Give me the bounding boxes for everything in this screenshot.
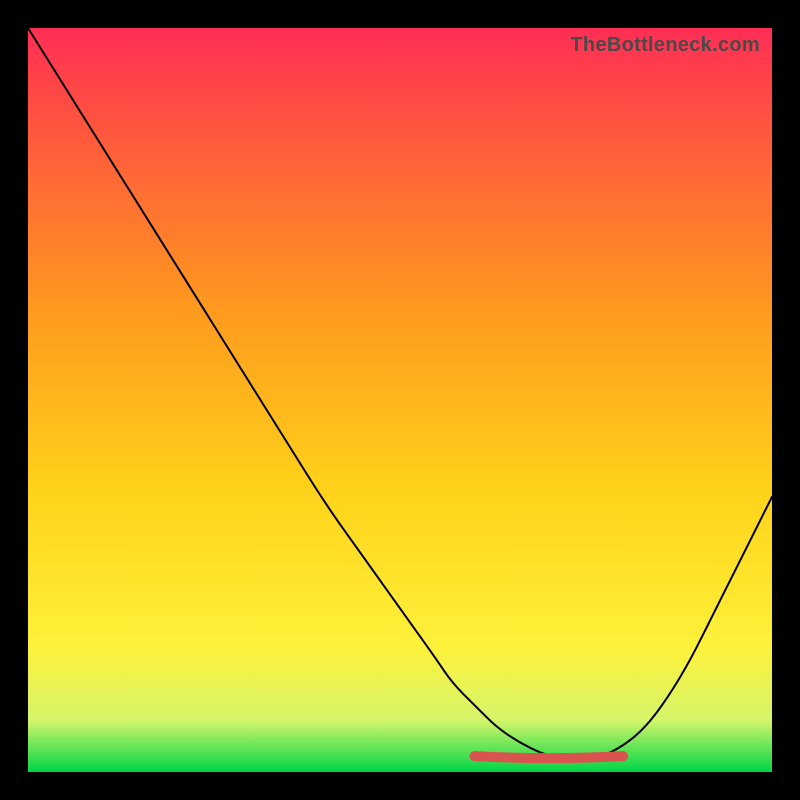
bottleneck-curve (28, 28, 772, 757)
optimal-range-marker (474, 756, 623, 758)
curve-svg (28, 28, 772, 772)
plot-area: TheBottleneck.com (28, 28, 772, 772)
chart-frame: TheBottleneck.com (0, 0, 800, 800)
